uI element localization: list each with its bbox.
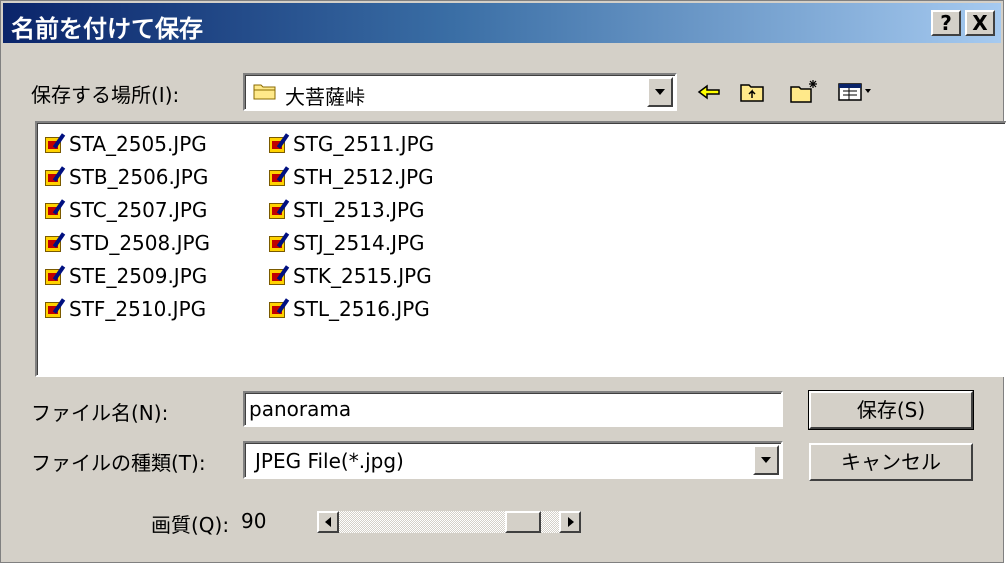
jpg-file-icon [45,166,66,186]
close-button[interactable]: X [965,10,995,36]
file-name: STG_2511.JPG [293,132,435,156]
file-name: STF_2510.JPG [69,297,207,321]
jpg-file-icon [45,298,66,318]
jpg-file-icon [269,166,290,186]
file-name: STE_2509.JPG [69,264,208,288]
filename-label: ファイル名(N): [31,401,169,425]
location-combobox[interactable]: 大菩薩峠 [243,73,677,111]
filetype-label: ファイルの種類(T): [31,451,206,475]
file-name: STH_2512.JPG [293,165,434,189]
location-dropdown-button[interactable] [647,77,673,107]
file-list[interactable]: STA_2505.JPG STB_2506.JPG STC_2507.JPG STD_… [35,121,1006,377]
filename-value: panorama [249,397,352,421]
file-name: STK_2515.JPG [293,264,432,288]
jpg-file-icon [45,232,66,252]
quality-label: 画質(Q): [151,513,230,537]
jpg-file-icon [269,298,290,318]
back-arrow-icon[interactable] [697,77,723,107]
file-name: STI_2513.JPG [293,198,425,222]
quality-track[interactable] [339,511,559,533]
jpg-file-icon [45,265,66,285]
file-name: STD_2508.JPG [69,231,211,255]
folder-icon [253,81,277,101]
save-button[interactable]: 保存(S) [808,390,974,430]
title-bar[interactable]: 名前を付けて保存 ? X [3,3,1001,43]
view-menu-icon[interactable] [837,77,875,107]
file-name: STA_2505.JPG [69,132,207,156]
jpg-file-icon [45,199,66,219]
file-name: STL_2516.JPG [293,297,430,321]
new-folder-icon[interactable] [789,77,819,107]
save-as-dialog: 名前を付けて保存 ? X 保存する場所(I): 大菩薩峠 STA_2505.JP… [0,0,1006,563]
jpg-file-icon [269,199,290,219]
jpg-file-icon [269,232,290,252]
quality-slider[interactable] [317,511,581,533]
help-button[interactable]: ? [931,10,961,36]
filename-input[interactable]: panorama [243,391,783,427]
quality-increase-button[interactable] [559,511,581,533]
location-label: 保存する場所(I): [31,83,180,107]
quality-value: 90 [241,509,267,533]
window-title: 名前を付けて保存 [11,15,203,43]
jpg-file-icon [269,265,290,285]
filetype-combobox[interactable]: JPEG File(*.jpg) [243,441,783,479]
file-name: STC_2507.JPG [69,198,208,222]
quality-thumb[interactable] [505,511,541,533]
file-name: STJ_2514.JPG [293,231,425,255]
filetype-value: JPEG File(*.jpg) [255,449,404,473]
quality-decrease-button[interactable] [317,511,339,533]
location-value: 大菩薩峠 [285,85,365,109]
jpg-file-icon [45,133,66,153]
up-folder-icon[interactable] [739,77,767,107]
filetype-dropdown-button[interactable] [753,445,779,475]
file-name: STB_2506.JPG [69,165,209,189]
jpg-file-icon [269,133,290,153]
cancel-button[interactable]: キャンセル [809,443,973,481]
